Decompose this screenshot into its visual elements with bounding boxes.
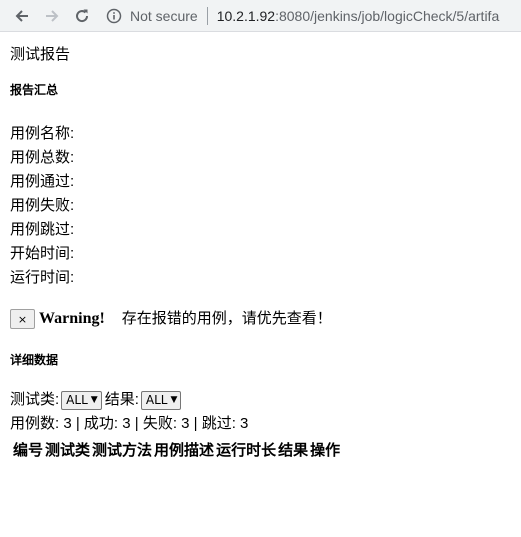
col-test-class: 测试类	[45, 442, 91, 459]
back-button[interactable]	[8, 2, 36, 30]
url-host: 10.2.1.92	[216, 7, 276, 24]
detail-table: 编号 测试类 测试方法 用例描述 运行时长 结果 操作	[12, 437, 341, 465]
stat-start-time: 开始时间:	[10, 245, 75, 262]
warning-label: Warning!	[39, 310, 105, 327]
address-bar[interactable]: Not secure 10.2.1.92:8080/jenkins/job/lo…	[106, 2, 521, 30]
browser-toolbar: Not secure 10.2.1.92:8080/jenkins/job/lo…	[0, 0, 521, 32]
url-path: :8080/jenkins/job/logicCheck/5/artifa	[275, 7, 500, 24]
dropdown-arrow-icon: ▼	[90, 395, 98, 405]
warning-message: 存在报错的用例，请优先查看！	[121, 310, 332, 327]
back-arrow-icon	[15, 9, 28, 22]
col-test-method: 测试方法	[92, 442, 153, 459]
warning-alert: × Warning! 存在报错的用例，请优先查看！	[10, 307, 511, 331]
omnibox-separator	[206, 6, 208, 25]
not-secure-label: Not secure	[130, 7, 198, 24]
stat-case-passed: 用例通过:	[10, 173, 75, 190]
stat-case-skipped: 用例跳过:	[10, 221, 75, 238]
col-id: 编号	[13, 442, 44, 459]
reload-icon	[76, 9, 89, 22]
dropdown-arrow-icon: ▼	[170, 395, 178, 405]
case-counts: 用例数: 3 | 成功: 3 | 失败: 3 | 跳过: 3	[10, 415, 249, 432]
test-class-select[interactable]: ALL ▼	[61, 390, 102, 410]
info-icon[interactable]	[106, 8, 122, 24]
summary-stats: 用例名称: 用例总数: 用例通过: 用例失败: 用例跳过: 开始时间: 运行时间…	[10, 122, 511, 290]
stat-run-time: 运行时间:	[10, 269, 75, 286]
table-header-row: 编号 测试类 测试方法 用例描述 运行时长 结果 操作	[12, 437, 341, 465]
result-select[interactable]: ALL ▼	[140, 390, 182, 410]
col-description: 用例描述	[154, 442, 215, 459]
stat-case-name: 用例名称:	[10, 125, 75, 142]
forward-button[interactable]	[38, 2, 66, 30]
stat-case-total: 用例总数:	[10, 149, 75, 166]
detail-heading: 详细数据	[10, 353, 59, 367]
stat-case-failed: 用例失败:	[10, 197, 75, 214]
close-warning-button[interactable]: ×	[10, 309, 35, 329]
summary-heading: 报告汇总	[10, 83, 59, 97]
report-page: 测试报告 报告汇总 用例名称: 用例总数: 用例通过: 用例失败: 用例跳过: …	[0, 32, 521, 465]
forward-arrow-icon	[46, 9, 59, 22]
filter-bar: 测试类: ALL ▼ 结果: ALL ▼	[10, 389, 511, 411]
col-duration: 运行时长	[216, 442, 277, 459]
col-result: 结果	[278, 442, 309, 459]
result-filter-label: 结果:	[104, 391, 139, 408]
reload-button[interactable]	[68, 2, 96, 30]
test-class-filter-label: 测试类:	[10, 391, 60, 408]
col-action: 操作	[310, 442, 341, 459]
page-title: 测试报告	[10, 46, 71, 63]
